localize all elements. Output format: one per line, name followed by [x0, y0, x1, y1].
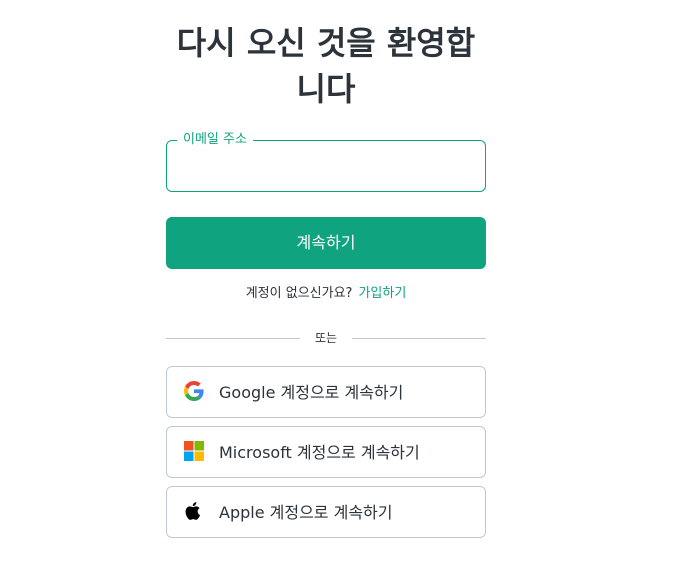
- signup-link[interactable]: 가입하기: [358, 286, 406, 301]
- divider-line-right: [352, 338, 486, 339]
- microsoft-icon: [184, 441, 204, 461]
- apple-button-label: Apple 계정으로 계속하기: [219, 503, 393, 522]
- continue-button[interactable]: 계속하기: [166, 217, 486, 269]
- microsoft-continue-button[interactable]: Microsoft 계정으로 계속하기: [166, 426, 486, 478]
- signup-prompt: 계정이 없으신가요?: [245, 286, 353, 301]
- page-title: 다시 오신 것을 환영합니다: [176, 24, 476, 108]
- login-page: 다시 오신 것을 환영합니다 이메일 주소 계속하기 계정이 없으신가요? 가입하…: [0, 0, 681, 578]
- email-field[interactable]: 이메일 주소: [166, 132, 486, 192]
- google-continue-button[interactable]: Google 계정으로 계속하기: [166, 366, 486, 418]
- google-icon: [184, 381, 204, 401]
- apple-icon: [184, 501, 204, 521]
- microsoft-button-label: Microsoft 계정으로 계속하기: [219, 443, 420, 462]
- email-input[interactable]: [179, 155, 475, 179]
- signup-row: 계정이 없으신가요? 가입하기: [166, 285, 486, 303]
- apple-continue-button[interactable]: Apple 계정으로 계속하기: [166, 486, 486, 538]
- email-field-label: 이메일 주소: [177, 132, 253, 148]
- or-divider: 또는: [166, 328, 486, 348]
- google-button-label: Google 계정으로 계속하기: [219, 383, 404, 402]
